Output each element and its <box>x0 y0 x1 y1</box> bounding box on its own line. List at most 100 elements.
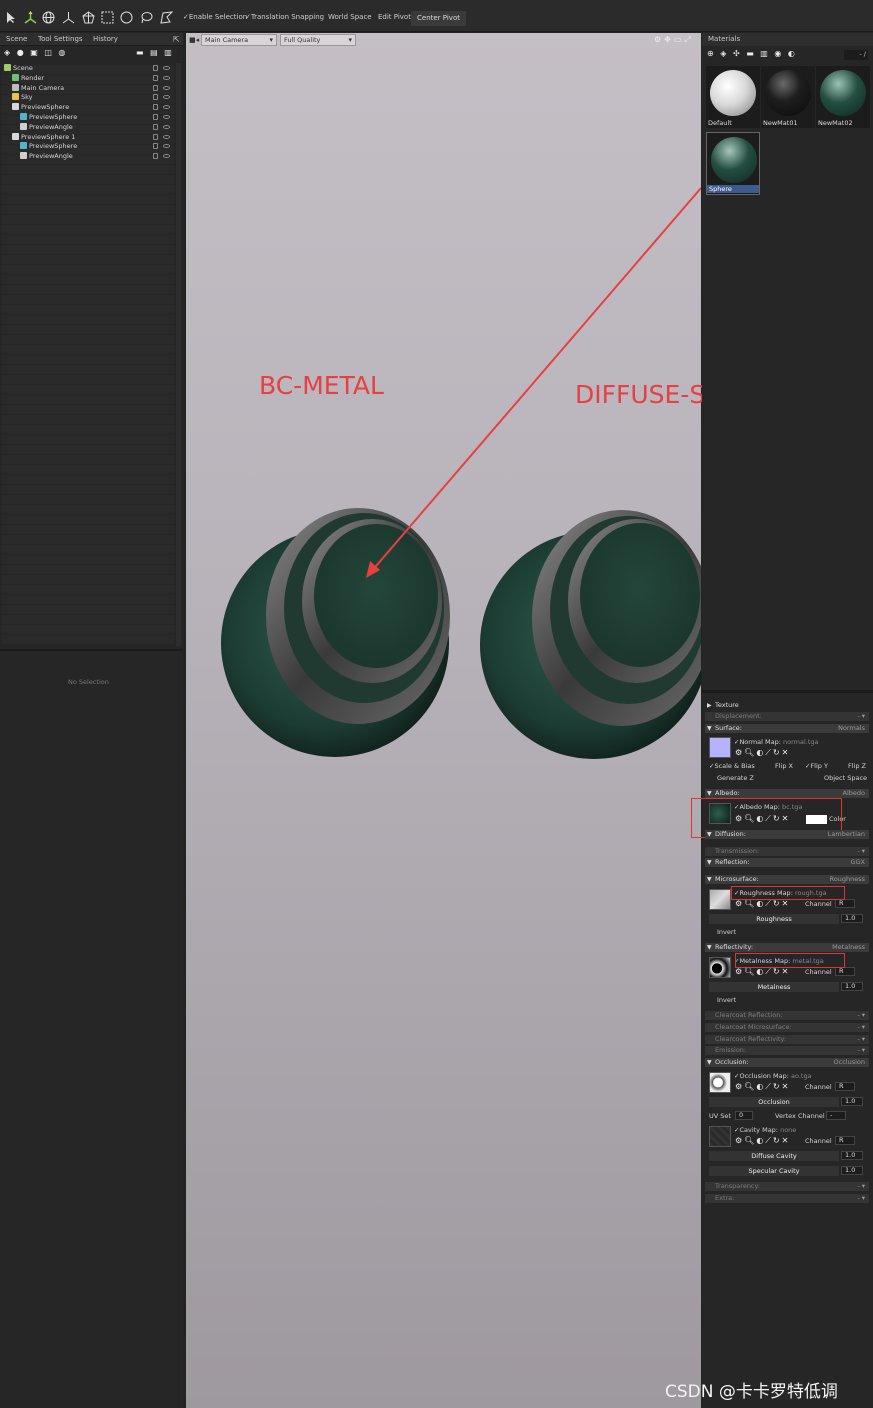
lock-icon[interactable] <box>153 143 158 150</box>
preview-sphere-bc-metal[interactable] <box>221 508 450 757</box>
visibility-eye-icon[interactable] <box>163 124 170 129</box>
flip-z-toggle[interactable]: Flip Z <box>848 762 866 770</box>
tab-scene[interactable]: Scene <box>6 35 27 43</box>
polygon-select-icon[interactable] <box>160 11 173 24</box>
visibility-eye-icon[interactable] <box>163 66 170 70</box>
scene-tree-item[interactable]: PreviewSphere <box>0 103 174 113</box>
vertex-channel-select[interactable]: - <box>826 1111 846 1120</box>
occlusion-value[interactable]: Occlusion <box>834 1058 865 1067</box>
occlusion-map-thumb[interactable] <box>709 1072 731 1093</box>
tab-history[interactable]: History <box>93 35 118 43</box>
roughness-map-thumb[interactable] <box>709 889 731 910</box>
microsurface-section[interactable]: ▼ Microsurface: Roughness <box>705 875 869 884</box>
clearcoat-reflection-section[interactable]: Clearcoat Reflection: - ▾ <box>705 1011 869 1020</box>
object-space-toggle[interactable]: Object Space <box>824 774 867 782</box>
material-sphere-selected[interactable]: Sphere <box>706 132 760 195</box>
world-space-button[interactable]: World Space <box>328 13 372 21</box>
normal-map-row[interactable]: ✓Normal Map: normal.tga <box>734 738 819 746</box>
roughness-slider[interactable]: Roughness <box>709 914 839 924</box>
occlusion-slider[interactable]: Occlusion <box>709 1097 839 1107</box>
extra-section[interactable]: Extra: - ▾ <box>705 1194 869 1203</box>
texture-section[interactable]: ▶ Texture <box>705 701 869 710</box>
scene-tree-item[interactable]: PreviewAngle <box>0 122 174 133</box>
lock-icon[interactable] <box>153 114 158 120</box>
circle-select-icon[interactable] <box>120 11 133 24</box>
roughness-channel-select[interactable]: R <box>835 899 855 908</box>
metalness-slider[interactable]: Metalness <box>709 982 839 992</box>
lock-icon[interactable] <box>153 74 158 81</box>
scale-gizmo-icon[interactable] <box>62 11 75 24</box>
inspector-divider[interactable] <box>702 690 873 693</box>
material-newmat02[interactable]: NewMat02 <box>816 66 870 128</box>
cavity-map-row[interactable]: ✓Cavity Map: none <box>734 1126 796 1134</box>
roughness-map-tool-icons[interactable]: ⚙🔍︎◐⟋↻✕ <box>735 899 790 909</box>
scene-add-icons[interactable]: ◈ ● ▣ ◫ ◍ <box>4 48 67 57</box>
specular-cavity-value[interactable]: 1.0 <box>841 1166 863 1175</box>
lock-icon[interactable] <box>153 123 158 130</box>
flip-x-toggle[interactable]: Flip X <box>775 762 793 770</box>
popout-icon[interactable]: ⇱ <box>173 35 180 44</box>
tab-tool-settings[interactable]: Tool Settings <box>38 35 83 43</box>
transmission-section[interactable]: Transmission: - ▾ <box>705 847 869 856</box>
occlusion-value-field[interactable]: 1.0 <box>841 1097 863 1106</box>
lock-icon[interactable] <box>153 94 158 101</box>
displacement-section[interactable]: Displacement: - ▾ <box>705 712 869 721</box>
surface-value[interactable]: Normals <box>838 724 865 733</box>
scene-tree-item[interactable]: PreviewSphere 1 <box>0 132 174 143</box>
scene-tree-item[interactable]: Scene <box>0 64 174 74</box>
normal-map-tool-icons[interactable]: ⚙🔍︎◐⟋↻✕ <box>735 748 790 758</box>
reflection-section[interactable]: ▼ Reflection: GGX <box>705 858 869 867</box>
visibility-eye-icon[interactable] <box>163 144 170 149</box>
diffusion-value[interactable]: Lambertian <box>828 830 865 839</box>
visibility-eye-icon[interactable] <box>163 75 170 80</box>
scene-tree-item[interactable]: PreviewSphere <box>0 142 174 152</box>
metalness-channel-select[interactable]: R <box>835 967 855 976</box>
visibility-eye-icon[interactable] <box>163 85 170 90</box>
translate-gizmo-icon[interactable] <box>24 11 37 24</box>
scene-folder-icons[interactable]: ▬ ▤ ▥ <box>136 48 174 57</box>
microsurface-value[interactable]: Roughness <box>830 875 865 884</box>
occlusion-map-row[interactable]: ✓Occlusion Map: ao.tga <box>734 1072 812 1080</box>
emission-section[interactable]: Emission: - ▾ <box>705 1046 869 1055</box>
material-newmat01[interactable]: NewMat01 <box>761 66 815 128</box>
lock-icon[interactable] <box>153 153 158 160</box>
scene-tree-item[interactable]: PreviewSphere <box>0 113 174 123</box>
metalness-value-field[interactable]: 1.0 <box>841 982 863 991</box>
normal-map-thumb[interactable] <box>709 737 731 758</box>
visibility-eye-icon[interactable] <box>163 115 170 119</box>
reflectivity-section[interactable]: ▼ Reflectivity: Metalness <box>705 943 869 952</box>
visibility-eye-icon[interactable] <box>163 134 170 139</box>
mesh-select-icon[interactable] <box>82 11 95 24</box>
lasso-select-icon[interactable] <box>140 11 153 24</box>
cavity-map-tool-icons[interactable]: ⚙🔍︎◐⟋↻✕ <box>735 1136 790 1146</box>
center-pivot-button[interactable]: Center Pivot <box>411 11 466 26</box>
roughness-invert-toggle[interactable]: Invert <box>717 928 736 936</box>
material-default[interactable]: Default <box>706 66 760 128</box>
lock-icon[interactable] <box>153 84 158 91</box>
roughness-value-field[interactable]: 1.0 <box>841 914 863 923</box>
cavity-map-thumb[interactable] <box>709 1126 731 1147</box>
transparency-section[interactable]: Transparency: - ▾ <box>705 1182 869 1191</box>
albedo-section[interactable]: ▼ Albedo: Albedo <box>705 789 869 798</box>
lock-icon[interactable] <box>153 104 158 111</box>
cavity-channel-select[interactable]: R <box>835 1136 855 1145</box>
surface-section[interactable]: ▼ Surface: Normals <box>705 724 869 733</box>
visibility-eye-icon[interactable] <box>163 95 170 100</box>
diffuse-cavity-value[interactable]: 1.0 <box>841 1151 863 1160</box>
clearcoat-reflectivity-section[interactable]: Clearcoat Reflectivity: - ▾ <box>705 1035 869 1044</box>
metalness-map-tool-icons[interactable]: ⚙🔍︎◐⟋↻✕ <box>735 967 790 977</box>
generate-z-toggle[interactable]: Generate Z <box>717 774 754 782</box>
specular-cavity-slider[interactable]: Specular Cavity <box>709 1166 839 1176</box>
uv-set-select[interactable]: 0 <box>735 1111 753 1120</box>
visibility-eye-icon[interactable] <box>163 154 170 159</box>
diffuse-cavity-slider[interactable]: Diffuse Cavity <box>709 1151 839 1161</box>
scene-tree-item[interactable]: Main Camera <box>0 83 174 94</box>
lock-icon[interactable] <box>153 65 158 71</box>
visibility-eye-icon[interactable] <box>163 105 170 110</box>
diffusion-section[interactable]: ▼ Diffusion: Lambertian <box>705 830 869 839</box>
metalness-invert-toggle[interactable]: Invert <box>717 996 736 1004</box>
tree-scrollbar[interactable] <box>176 63 181 646</box>
rect-select-icon[interactable] <box>101 11 114 24</box>
scale-bias-toggle[interactable]: ✓Scale & Bias <box>709 762 755 770</box>
albedo-value[interactable]: Albedo <box>843 789 865 798</box>
